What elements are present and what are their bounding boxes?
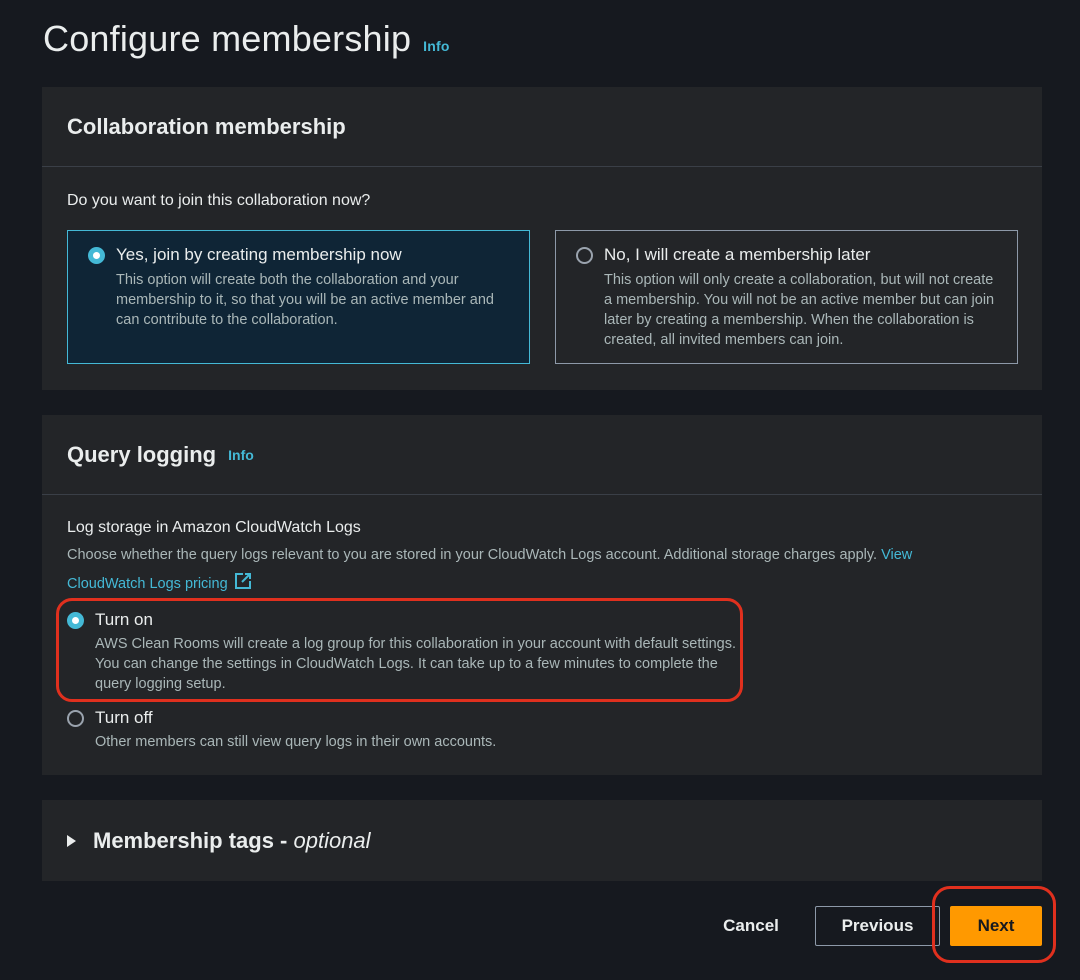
page-info-link[interactable]: Info [423, 38, 449, 54]
cancel-button[interactable]: Cancel [708, 906, 794, 946]
join-later-tile[interactable]: No, I will create a membership later Thi… [555, 230, 1018, 364]
collaboration-panel-title: Collaboration membership [67, 113, 346, 139]
turn-off-option[interactable]: Turn off Other members can still view qu… [67, 708, 747, 752]
query-logging-title: Query logging [67, 441, 217, 467]
page-title: Configure membership Info [43, 18, 450, 60]
log-storage-description: Choose whether the query logs relevant t… [67, 541, 1017, 601]
turn-on-description: AWS Clean Rooms will create a log group … [95, 636, 737, 692]
external-link-icon[interactable] [234, 572, 252, 601]
page-title-text: Configure membership [43, 18, 412, 59]
join-later-description: This option will only create a collabora… [604, 272, 995, 348]
join-now-radio-icon[interactable] [88, 247, 105, 264]
log-storage-description-text: Choose whether the query logs relevant t… [67, 547, 878, 563]
join-later-radio-icon[interactable] [576, 247, 593, 264]
turn-off-radio-icon[interactable] [67, 710, 84, 727]
turn-on-option[interactable]: Turn on AWS Clean Rooms will create a lo… [67, 610, 747, 694]
join-later-title: No, I will create a membership later [604, 245, 871, 264]
join-question-label: Do you want to join this collaboration n… [67, 192, 371, 209]
caret-right-icon[interactable] [67, 834, 76, 847]
next-button[interactable]: Next [950, 906, 1042, 946]
membership-tags-panel: Membership tags - optional [42, 800, 1042, 881]
collaboration-membership-panel: Collaboration membership Do you want to … [42, 87, 1042, 390]
query-logging-body: Log storage in Amazon CloudWatch Logs Ch… [67, 519, 1017, 601]
turn-off-description: Other members can still view query logs … [95, 734, 497, 750]
view-pricing-link-part1[interactable]: View [881, 547, 912, 563]
turn-on-radio-icon[interactable] [67, 612, 84, 629]
membership-tags-title-text: Membership tags - [93, 827, 294, 853]
membership-tags-expander[interactable]: Membership tags - optional [67, 800, 371, 881]
membership-tags-title: Membership tags - optional [93, 828, 371, 854]
turn-on-title: Turn on [95, 610, 153, 629]
join-now-title: Yes, join by creating membership now [116, 245, 402, 264]
membership-tags-optional: optional [293, 827, 371, 853]
turn-off-title: Turn off [95, 708, 153, 727]
query-logging-header: Query logging Info [42, 415, 1042, 495]
collaboration-panel-header: Collaboration membership [42, 87, 1042, 167]
query-logging-info-link[interactable]: Info [228, 447, 254, 463]
join-now-description: This option will create both the collabo… [116, 272, 494, 328]
query-logging-panel: Query logging Info Log storage in Amazon… [42, 415, 1042, 775]
join-now-tile[interactable]: Yes, join by creating membership now Thi… [67, 230, 530, 364]
log-storage-label: Log storage in Amazon CloudWatch Logs [67, 519, 361, 536]
previous-button[interactable]: Previous [815, 906, 940, 946]
view-pricing-link-part2[interactable]: CloudWatch Logs pricing [67, 576, 228, 592]
